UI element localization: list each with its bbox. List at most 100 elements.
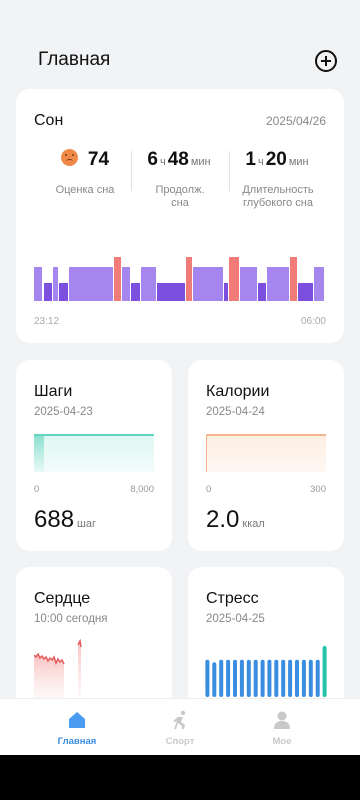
sleep-stage-deep (157, 283, 185, 301)
add-circle-icon[interactable] (315, 50, 337, 72)
sleep-stage-deep (258, 283, 266, 301)
divider (229, 151, 230, 191)
deep-hours: 1 (245, 149, 256, 170)
stress-bar (267, 659, 272, 697)
sleep-score-metric: 74 Оценка сна (50, 149, 120, 197)
calories-value: 2.0 ккал (206, 506, 265, 534)
nav-label-sport: Спорт (165, 736, 195, 747)
calories-progress-fill (206, 436, 207, 472)
steps-value: 688 шаг (34, 506, 96, 534)
sleep-title: Сон (34, 112, 64, 129)
heart-date: 10:00 сегодня (34, 613, 108, 625)
stress-bar (281, 659, 286, 697)
stress-card[interactable]: Стресс 2025-04-25 (188, 567, 344, 717)
sleep-duration-metric: 6 ч 48 мин Продолж. сна (140, 149, 220, 210)
stress-bar (212, 662, 217, 697)
calories-card[interactable]: Калории 2025-04-24 0 300 2.0 ккал (188, 360, 344, 551)
duration-label: Продолж. сна (155, 184, 205, 209)
calories-date: 2025-04-24 (206, 406, 265, 418)
sleep-stage-light (267, 267, 289, 301)
divider (131, 151, 132, 191)
nav-item-me[interactable]: Мое (247, 699, 317, 756)
stress-bar (226, 659, 231, 697)
deep-sleep-metric: 1 ч 20 мин Длительность глубокого сна (236, 149, 320, 210)
sleep-stage-deep (44, 283, 52, 301)
sleep-score-label: Оценка сна (55, 184, 115, 196)
stress-bar (315, 659, 320, 697)
stress-chart (205, 646, 327, 697)
sleep-stage-light (69, 267, 113, 301)
stress-bar (288, 659, 293, 697)
stress-bar (233, 659, 237, 697)
nav-item-sport[interactable]: Спорт (145, 699, 215, 756)
stress-date: 2025-04-25 (206, 613, 265, 625)
calories-unit: ккал (242, 518, 265, 530)
sleep-stage-awake (186, 257, 192, 301)
heart-rate-chart (34, 638, 82, 699)
nav-item-home[interactable]: Главная (42, 699, 112, 756)
sleep-start-time: 23:12 (34, 316, 60, 327)
calories-axis-min: 0 (206, 484, 212, 495)
sleep-stage-awake (290, 257, 297, 301)
stress-title: Стресс (206, 590, 259, 607)
deep-sleep-label: Длительность глубокого сна (242, 184, 314, 209)
duration-minutes-unit: мин (190, 156, 211, 168)
sleep-stage-chart (34, 257, 324, 301)
sleep-stage-deep (131, 283, 140, 301)
sleep-stage-light (34, 267, 42, 301)
nav-label-home: Главная (57, 736, 97, 747)
calories-title: Калории (206, 383, 270, 400)
heart-card[interactable]: Сердце 10:00 сегодня (16, 567, 172, 717)
steps-axis-max: 8,000 (130, 484, 154, 495)
heart-title: Сердце (34, 590, 91, 607)
sleep-card[interactable]: Сон 2025/04/26 74 Оценка сна 6 ч 48 мин Про… (16, 89, 344, 343)
stress-bar (205, 659, 210, 697)
sad-face-icon (60, 149, 78, 166)
steps-number: 688 (34, 506, 75, 533)
stress-bar (274, 659, 279, 697)
app-header: Главная (0, 0, 360, 88)
stress-bar (260, 659, 265, 697)
stress-bar (308, 659, 313, 697)
sleep-stage-deep (224, 283, 228, 301)
calories-progress-bar (206, 434, 326, 472)
calories-number: 2.0 (206, 506, 240, 533)
sleep-stage-light (122, 267, 130, 301)
running-icon (173, 710, 186, 729)
sleep-date: 2025/04/26 (265, 114, 326, 128)
sleep-stage-light (314, 267, 324, 301)
sleep-stage-deep (59, 283, 68, 301)
stress-bar (322, 646, 327, 697)
page-title: Главная (38, 49, 111, 70)
duration-hours-unit: ч (159, 156, 166, 168)
steps-date: 2025-04-23 (34, 406, 93, 418)
deep-minutes: 20 (265, 149, 287, 170)
stress-bar (253, 659, 258, 697)
sleep-end-time: 06:00 (300, 316, 326, 327)
steps-progress-fill (34, 436, 45, 472)
deep-minutes-unit: мин (288, 156, 309, 168)
sleep-stage-awake (229, 257, 239, 301)
home-icon (69, 712, 85, 728)
system-navigation-bar (0, 755, 360, 800)
stress-bar (219, 659, 224, 697)
sleep-stage-light (53, 267, 58, 301)
deep-hours-unit: ч (257, 156, 264, 168)
duration-hours: 6 (147, 149, 158, 170)
profile-icon (274, 711, 290, 729)
stress-bar (301, 659, 306, 697)
sleep-stage-light (193, 267, 223, 301)
sleep-stage-light (240, 267, 257, 301)
stress-bar (295, 659, 299, 697)
heart-rate-area (78, 641, 81, 699)
stress-bar (239, 659, 244, 697)
sleep-stage-deep (298, 283, 313, 301)
steps-card[interactable]: Шаги 2025-04-23 0 8,000 688 шаг (16, 360, 172, 551)
calories-axis-max: 300 (310, 484, 326, 495)
stress-bar (246, 659, 251, 697)
sleep-score-value: 74 (87, 149, 110, 170)
steps-axis-min: 0 (34, 484, 40, 495)
nav-label-me: Мое (272, 736, 292, 747)
sleep-stage-awake (114, 257, 121, 301)
duration-minutes: 48 (167, 149, 189, 170)
